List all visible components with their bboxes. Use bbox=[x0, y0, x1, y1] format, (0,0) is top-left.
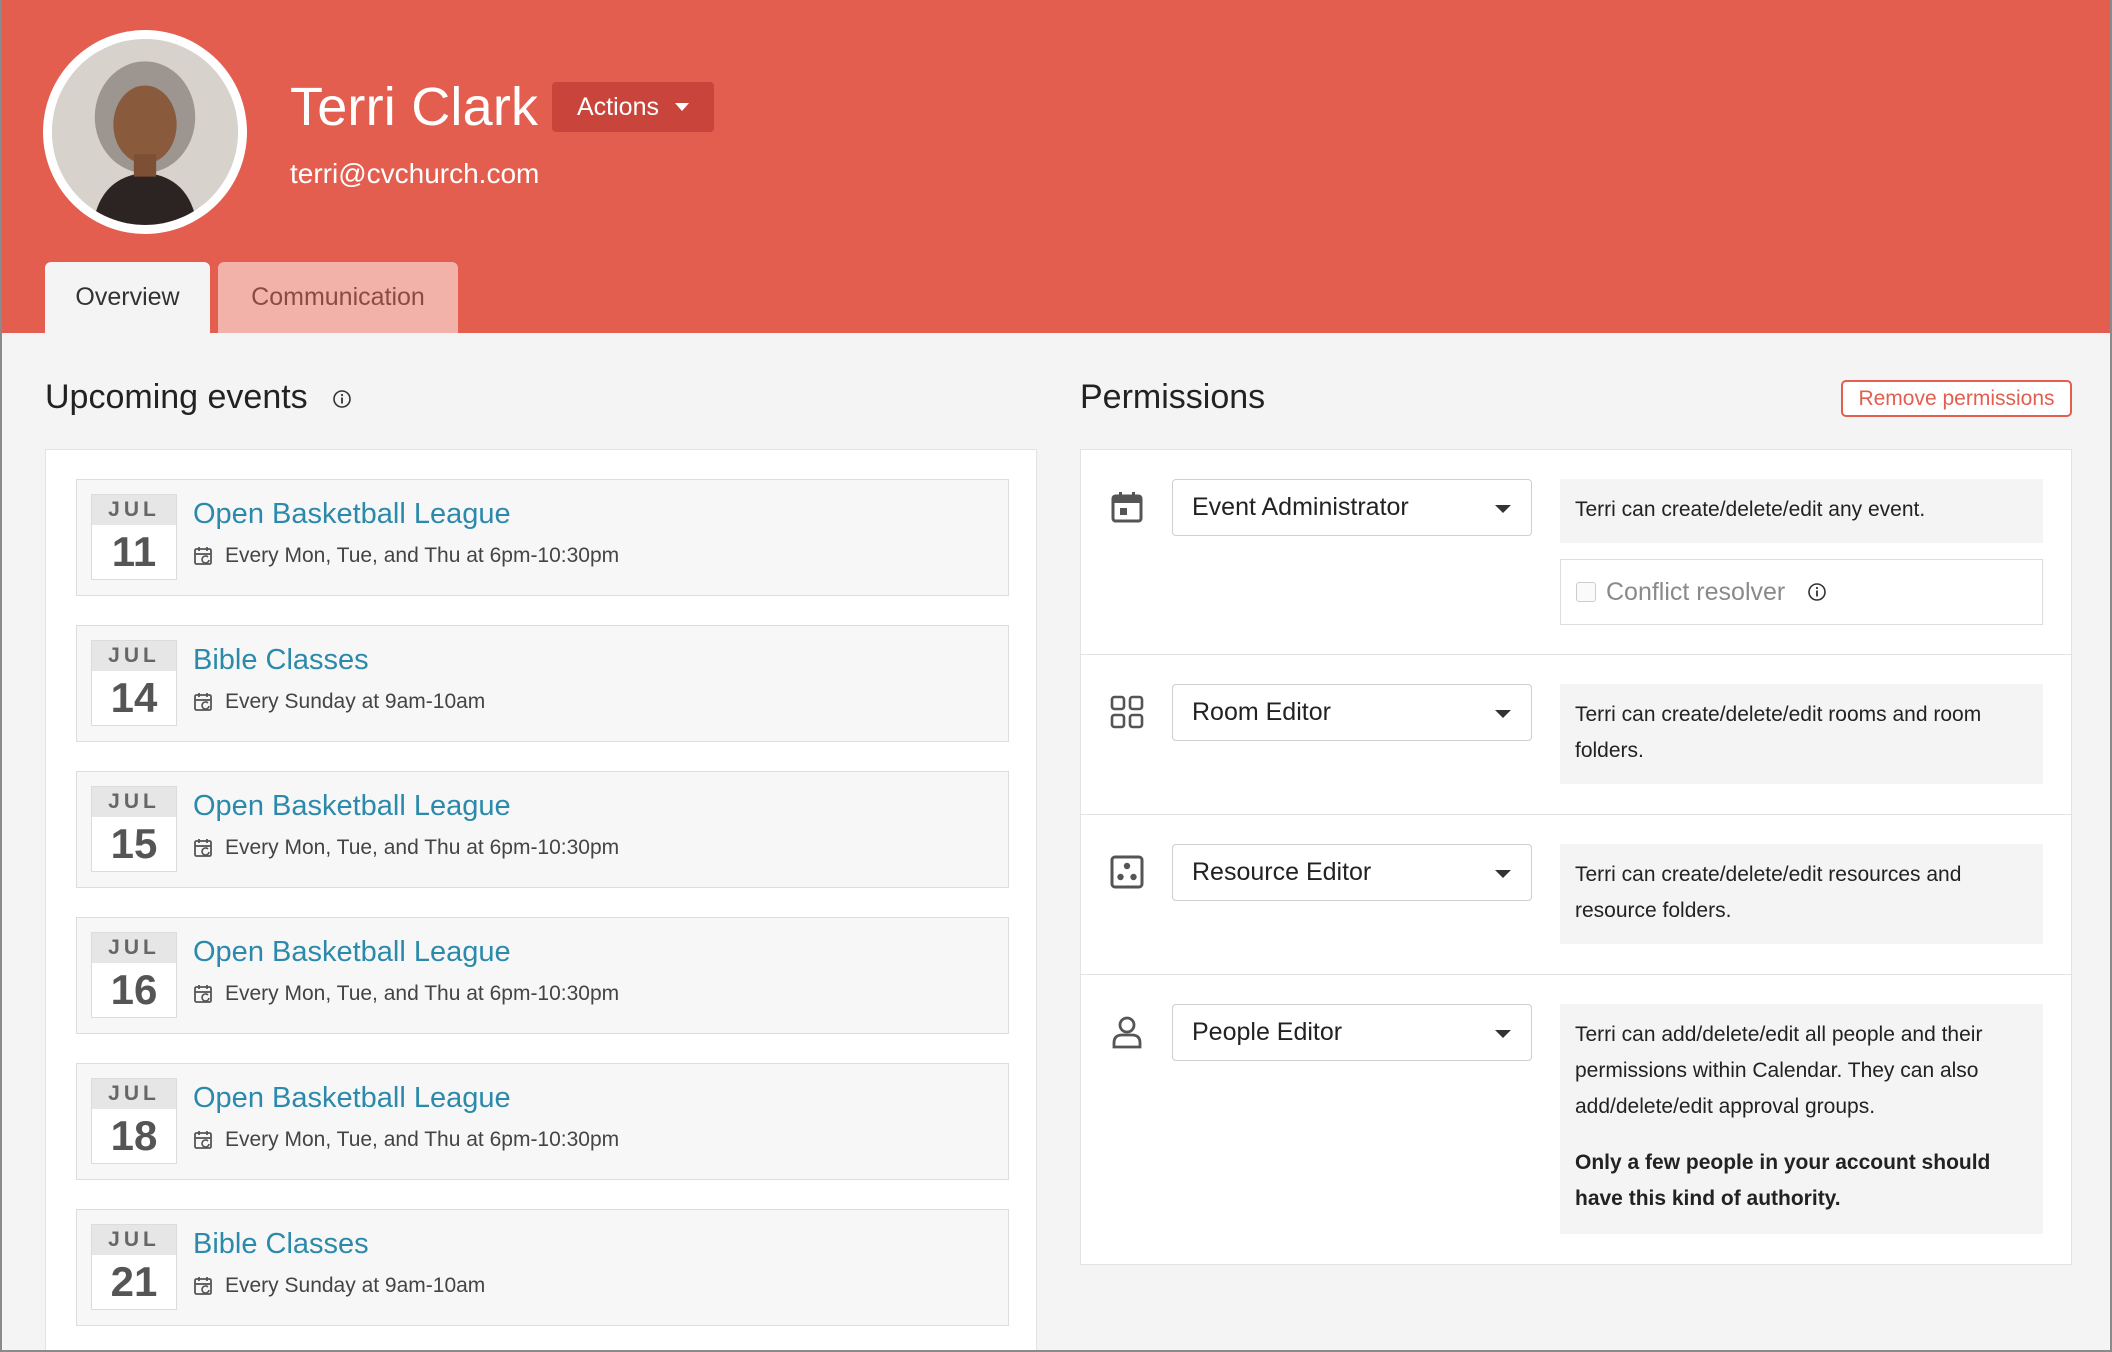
event-schedule: Every Mon, Tue, and Thu at 6pm-10:30pm bbox=[193, 836, 619, 860]
role-select-value: People Editor bbox=[1192, 1018, 1343, 1046]
actions-label: Actions bbox=[577, 92, 659, 121]
conflict-resolver-label: Conflict resolver bbox=[1606, 577, 1786, 606]
recurring-calendar-icon bbox=[194, 1277, 212, 1295]
conflict-resolver-option: Conflict resolver bbox=[1560, 559, 2043, 625]
permission-description: Terri can create/delete/edit resources a… bbox=[1560, 844, 2043, 944]
event-schedule: Every Mon, Tue, and Thu at 6pm-10:30pm bbox=[193, 1128, 619, 1152]
upcoming-events-title: Upcoming events bbox=[45, 378, 308, 416]
recurring-calendar-icon bbox=[194, 839, 212, 857]
event-item[interactable]: JUL 21 Bible Classes Every Sunday at 9am… bbox=[76, 1209, 1009, 1326]
person-email: terri@cvchurch.com bbox=[290, 158, 540, 189]
permission-description-text: Terri can create/delete/edit rooms and r… bbox=[1575, 703, 1982, 762]
event-item[interactable]: JUL 18 Open Basketball League Every Mon,… bbox=[76, 1063, 1009, 1180]
date-day: 11 bbox=[111, 528, 157, 575]
permission-description-text: Terri can create/delete/edit any event. bbox=[1575, 498, 1926, 521]
role-select-value: Room Editor bbox=[1192, 698, 1331, 726]
remove-permissions-button[interactable]: Remove permissions bbox=[1841, 380, 2072, 417]
caret-down-icon bbox=[1495, 1030, 1511, 1038]
permission-description-text: Terri can add/delete/edit all people and… bbox=[1575, 1023, 1983, 1118]
event-item[interactable]: JUL 15 Open Basketball League Every Mon,… bbox=[76, 771, 1009, 888]
event-schedule-text: Every Sunday at 9am-10am bbox=[225, 1274, 486, 1297]
date-badge: JUL 11 bbox=[91, 494, 177, 580]
caret-down-icon bbox=[1495, 710, 1511, 718]
permissions-panel: Event Administrator Terri can create/del… bbox=[1080, 449, 2072, 1265]
event-schedule: Every Mon, Tue, and Thu at 6pm-10:30pm bbox=[193, 982, 619, 1006]
info-icon[interactable] bbox=[1807, 582, 1827, 602]
person-photo-icon bbox=[52, 39, 238, 225]
date-month: JUL bbox=[92, 1225, 176, 1255]
tab-communication[interactable]: Communication bbox=[218, 262, 458, 333]
date-badge: JUL 16 bbox=[91, 932, 177, 1018]
event-title-link[interactable]: Open Basketball League bbox=[193, 1082, 511, 1115]
permission-description: Terri can create/delete/edit rooms and r… bbox=[1560, 684, 2043, 784]
event-title-link[interactable]: Open Basketball League bbox=[193, 936, 511, 969]
event-item[interactable]: JUL 11 Open Basketball League Every Mon,… bbox=[76, 479, 1009, 596]
date-month: JUL bbox=[92, 1079, 176, 1109]
permission-row-resources: Resource Editor Terri can create/delete/… bbox=[1081, 815, 2071, 975]
role-select-resources[interactable]: Resource Editor bbox=[1172, 844, 1532, 901]
info-icon[interactable] bbox=[332, 389, 352, 409]
event-schedule-text: Every Mon, Tue, and Thu at 6pm-10:30pm bbox=[225, 1128, 620, 1151]
recurring-calendar-icon bbox=[194, 985, 212, 1003]
permission-row-events: Event Administrator Terri can create/del… bbox=[1081, 450, 2071, 655]
grid-icon bbox=[1110, 695, 1144, 729]
profile-header: Terri Clark Actions terri@cvchurch.com O… bbox=[0, 0, 2112, 333]
event-title-link[interactable]: Bible Classes bbox=[193, 644, 369, 677]
event-schedule-text: Every Sunday at 9am-10am bbox=[225, 690, 486, 713]
event-schedule-text: Every Mon, Tue, and Thu at 6pm-10:30pm bbox=[225, 982, 620, 1005]
conflict-resolver-checkbox[interactable] bbox=[1576, 582, 1596, 602]
permission-description: Terri can add/delete/edit all people and… bbox=[1560, 1004, 2043, 1234]
event-schedule-text: Every Mon, Tue, and Thu at 6pm-10:30pm bbox=[225, 836, 620, 859]
event-item[interactable]: JUL 16 Open Basketball League Every Mon,… bbox=[76, 917, 1009, 1034]
tab-overview[interactable]: Overview bbox=[45, 262, 210, 333]
date-badge: JUL 21 bbox=[91, 1224, 177, 1310]
event-title-link[interactable]: Open Basketball League bbox=[193, 790, 511, 823]
date-month: JUL bbox=[92, 641, 176, 671]
date-month: JUL bbox=[92, 933, 176, 963]
actions-dropdown-button[interactable]: Actions bbox=[552, 82, 714, 132]
recurring-calendar-icon bbox=[194, 693, 212, 711]
upcoming-events-list: JUL 11 Open Basketball League Every Mon,… bbox=[45, 449, 1037, 1352]
person-icon bbox=[1112, 1016, 1142, 1049]
date-month: JUL bbox=[92, 495, 176, 525]
avatar bbox=[43, 30, 247, 234]
event-schedule: Every Sunday at 9am-10am bbox=[193, 1274, 485, 1298]
permissions-title: Permissions bbox=[1080, 378, 1266, 416]
calendar-icon bbox=[1111, 492, 1143, 523]
permission-warning-text: Only a few people in your account should… bbox=[1575, 1151, 1991, 1210]
caret-down-icon bbox=[1495, 505, 1511, 513]
permission-description: Terri can create/delete/edit any event. bbox=[1560, 479, 2043, 543]
resource-icon bbox=[1110, 855, 1144, 889]
event-title-link[interactable]: Bible Classes bbox=[193, 1228, 369, 1261]
date-day: 16 bbox=[110, 966, 158, 1013]
caret-down-icon bbox=[674, 103, 689, 111]
permission-row-people: People Editor Terri can add/delete/edit … bbox=[1081, 975, 2071, 1265]
event-schedule-text: Every Mon, Tue, and Thu at 6pm-10:30pm bbox=[225, 544, 620, 567]
event-title-link[interactable]: Open Basketball League bbox=[193, 498, 511, 531]
date-day: 18 bbox=[110, 1112, 158, 1159]
date-badge: JUL 18 bbox=[91, 1078, 177, 1164]
event-schedule: Every Mon, Tue, and Thu at 6pm-10:30pm bbox=[193, 544, 619, 568]
event-item[interactable]: JUL 14 Bible Classes Every Sunday at 9am… bbox=[76, 625, 1009, 742]
date-day: 15 bbox=[110, 820, 158, 867]
date-day: 14 bbox=[110, 674, 158, 721]
person-name: Terri Clark bbox=[290, 77, 539, 137]
role-select-people[interactable]: People Editor bbox=[1172, 1004, 1532, 1061]
role-select-events[interactable]: Event Administrator bbox=[1172, 479, 1532, 536]
date-day: 21 bbox=[110, 1258, 158, 1305]
role-select-value: Resource Editor bbox=[1192, 858, 1372, 886]
role-select-value: Event Administrator bbox=[1192, 493, 1409, 521]
recurring-calendar-icon bbox=[194, 547, 212, 565]
date-badge: JUL 15 bbox=[91, 786, 177, 872]
date-badge: JUL 14 bbox=[91, 640, 177, 726]
role-select-rooms[interactable]: Room Editor bbox=[1172, 684, 1532, 741]
permission-row-rooms: Room Editor Terri can create/delete/edit… bbox=[1081, 655, 2071, 815]
avatar-photo bbox=[52, 39, 238, 225]
permission-description-text: Terri can create/delete/edit resources a… bbox=[1575, 863, 1962, 922]
event-schedule: Every Sunday at 9am-10am bbox=[193, 690, 485, 714]
caret-down-icon bbox=[1495, 870, 1511, 878]
recurring-calendar-icon bbox=[194, 1131, 212, 1149]
date-month: JUL bbox=[92, 787, 176, 817]
